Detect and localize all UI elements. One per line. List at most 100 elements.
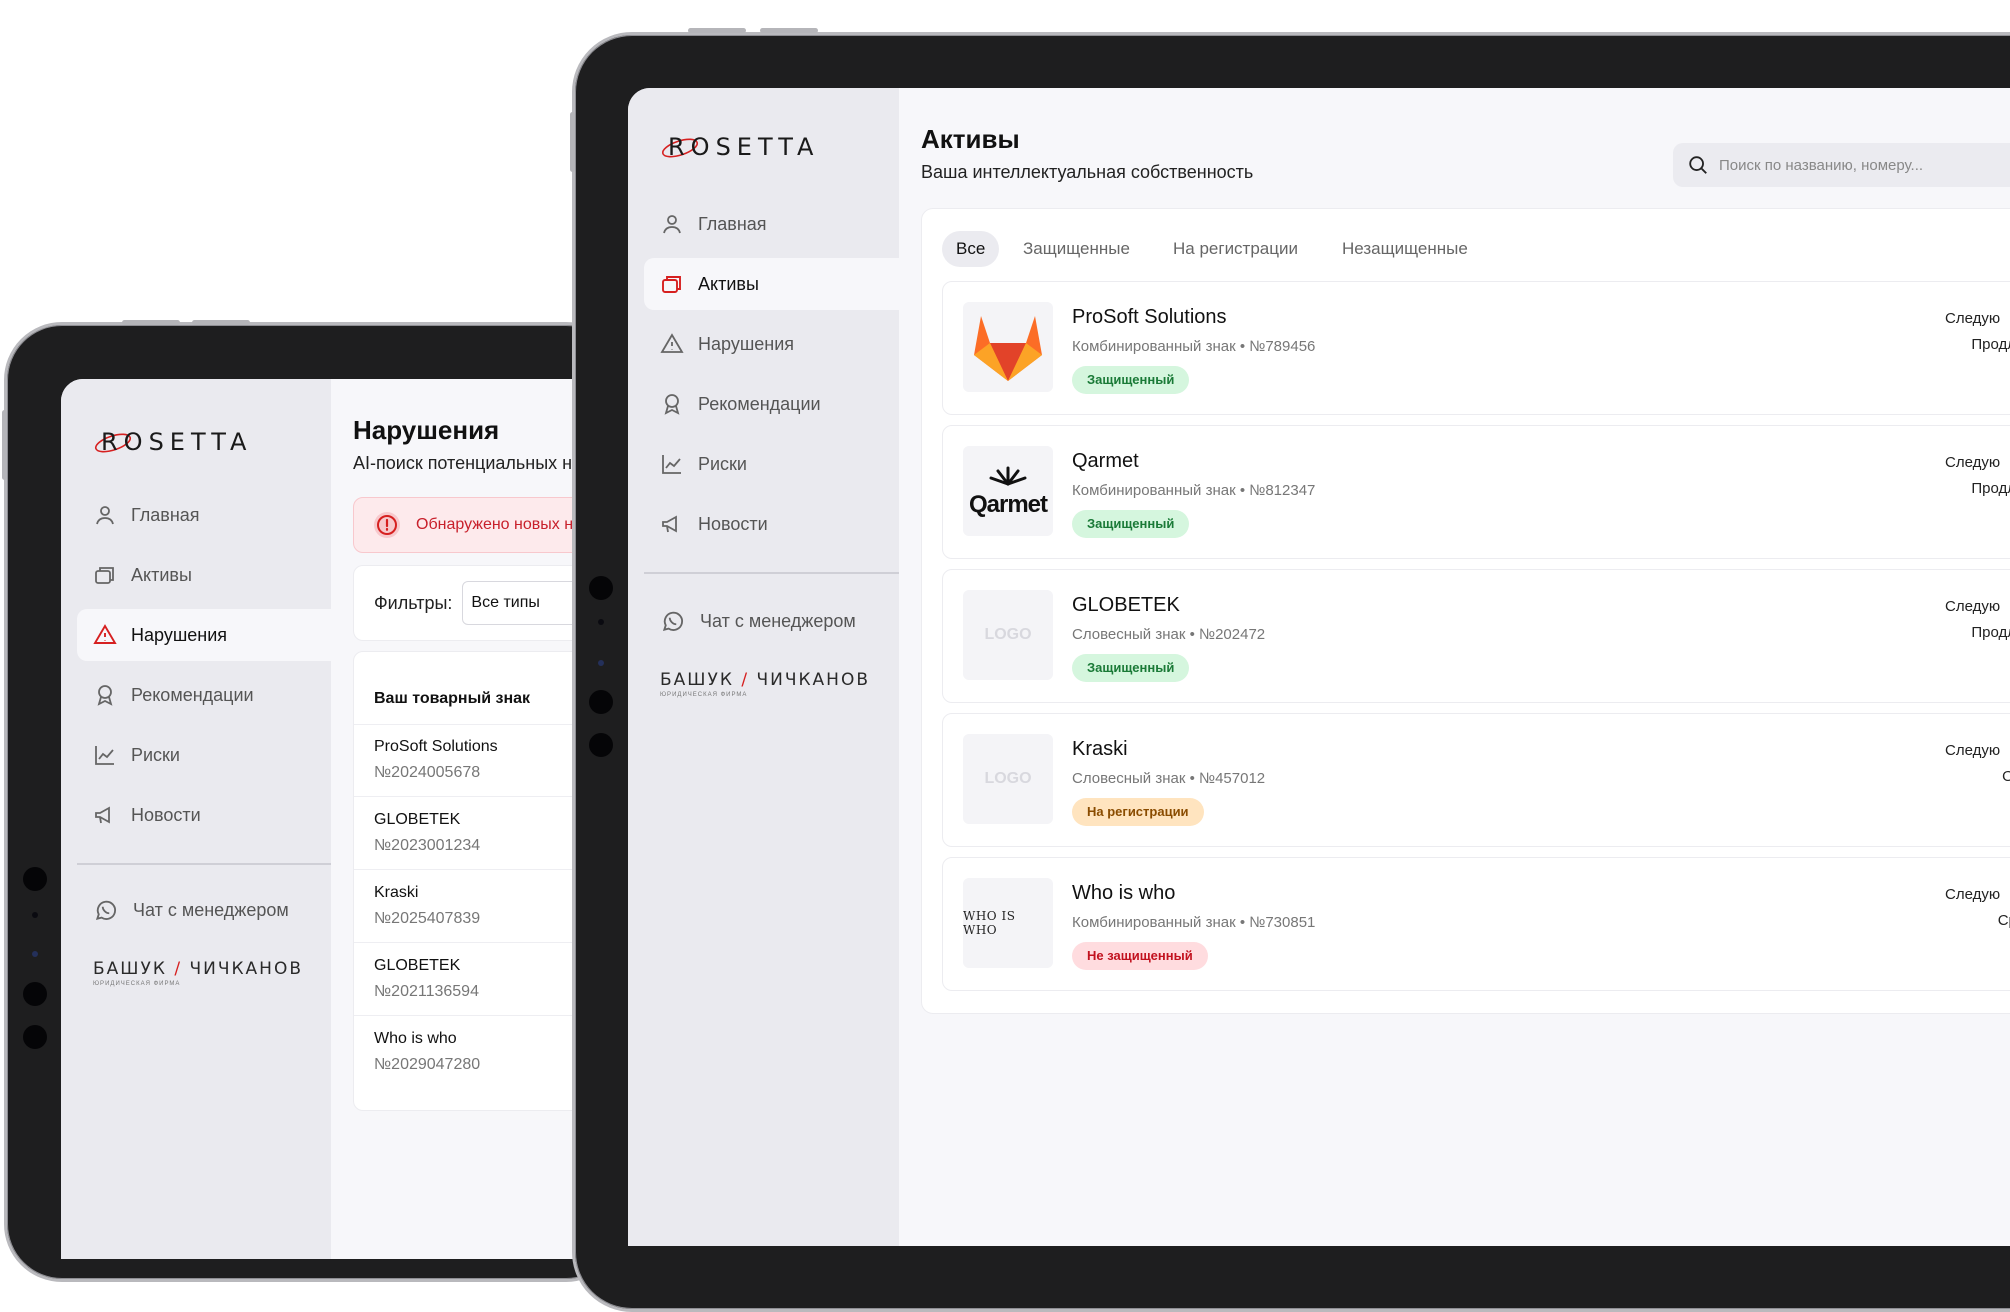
asset-next-label: Следую — [1945, 886, 2001, 903]
asset-logo: LOGO — [963, 734, 1053, 824]
tab-all[interactable]: Все — [942, 231, 1000, 267]
page-subtitle: Ваша интеллектуальная собственность — [921, 162, 1254, 182]
qarmet-sun-icon — [986, 464, 1030, 491]
asset-next-label: Следую — [1945, 310, 2001, 327]
sidebar-item-risks[interactable]: Риски — [644, 438, 899, 490]
megaphone-icon — [660, 512, 684, 536]
asset-next-action: Продлени — [1971, 336, 2010, 353]
back-tablet-top-button — [192, 320, 250, 325]
select-value: Все типы — [471, 594, 540, 611]
sidebar-item-recommendations[interactable]: Рекомендации — [77, 669, 331, 721]
back-tablet-top-button — [122, 320, 180, 325]
sidebar-item-label: Чат с менеджером — [133, 899, 289, 920]
rosetta-logo: ROSETTA — [660, 132, 819, 162]
alert-circle-icon — [374, 512, 400, 538]
award-icon — [93, 683, 117, 707]
tab-label: Незащищенные — [1342, 239, 1468, 258]
user-icon — [660, 212, 684, 236]
asset-meta: Комбинированный знак • №789456 — [1072, 338, 1316, 355]
asset-card[interactable]: ProSoft Solutions Комбинированный знак • … — [942, 281, 2010, 415]
sidebar-item-violations[interactable]: Нарушения — [644, 318, 899, 370]
tab-unprotected[interactable]: Незащищенные — [1342, 231, 1468, 267]
front-tablet-sensor — [598, 660, 604, 666]
sidebar-item-news[interactable]: Новости — [77, 789, 331, 841]
megaphone-icon — [93, 803, 117, 827]
asset-logo-text: Qarmet — [968, 490, 1048, 518]
tab-registration[interactable]: На регистрации — [1173, 231, 1298, 267]
asset-card[interactable]: LOGO GLOBETEK Словесный знак • №202472 Защи… — [942, 569, 2010, 703]
sidebar-item-recommendations[interactable]: Рекомендации — [644, 378, 899, 430]
warning-icon — [93, 623, 117, 647]
asset-meta: Комбинированный знак • №730851 — [1072, 914, 1316, 931]
user-icon — [93, 503, 117, 527]
asset-name: GLOBETEK — [1072, 594, 1180, 616]
asset-card[interactable]: WHO IS WHO Who is who Комбинированный знак… — [942, 857, 2010, 991]
sidebar-item-home[interactable]: Главная — [77, 489, 331, 541]
sidebar-item-label: Активы — [698, 273, 759, 294]
front-tablet-camera — [589, 576, 613, 600]
sidebar-divider — [77, 863, 331, 865]
asset-next-label: Следую — [1945, 742, 2001, 759]
tab-label: Защищенные — [1023, 239, 1130, 258]
page-title: Активы — [921, 124, 1020, 154]
asset-next-action: Продлени — [1971, 624, 2010, 641]
tab-protected[interactable]: Защищенные — [1023, 231, 1130, 267]
asset-logo-text: LOGO — [984, 626, 1032, 643]
asset-logo-text: LOGO — [984, 770, 1032, 787]
alert-text: Обнаружено новых н — [416, 516, 574, 533]
sidebar-item-label: Новости — [131, 804, 201, 825]
front-tablet-top-button — [688, 28, 746, 33]
back-tablet-side-button — [2, 410, 7, 480]
table-header: Ваш товарный знак — [374, 690, 531, 707]
asset-name: Kraski — [1072, 738, 1128, 760]
sidebar-item-assets[interactable]: Активы — [77, 549, 331, 601]
cards-icon — [93, 563, 117, 587]
asset-logo: WHO IS WHO — [963, 878, 1053, 968]
sidebar-item-label: Риски — [131, 744, 180, 765]
sidebar-item-violations[interactable]: Нарушения — [77, 609, 331, 661]
sidebar-divider — [644, 572, 899, 574]
award-icon — [660, 392, 684, 416]
sidebar-item-home[interactable]: Главная — [644, 198, 899, 250]
back-tablet-sensor — [32, 951, 38, 957]
asset-card[interactable]: LOGO Kraski Словесный знак • №457012 На рег… — [942, 713, 2010, 847]
cards-icon — [660, 272, 684, 296]
front-tablet-side-button — [570, 112, 575, 172]
lawfirm-right: ЧИЧКАНОВ — [756, 670, 871, 690]
lawfirm-left: БАШУК — [660, 670, 734, 690]
front-tablet-camera — [589, 690, 613, 714]
front-tablet-screen: ROSETTA Главная Активы Нарушения Рекомен… — [628, 88, 2010, 1246]
sidebar-item-risks[interactable]: Риски — [77, 729, 331, 781]
lawfirm-left: БАШУК — [93, 959, 167, 979]
sidebar-item-assets[interactable]: Активы — [644, 258, 899, 310]
asset-card[interactable]: Qarmet Qarmet Комбинированный знак • №8123… — [942, 425, 2010, 559]
back-tablet-camera — [23, 867, 47, 891]
lawfirm-sub: ЮРИДИЧЕСКАЯ ФИРМА — [93, 981, 181, 987]
sidebar-item-label: Нарушения — [698, 333, 795, 354]
lawfirm-logo: БАШУК / ЧИЧКАНОВ ЮРИДИЧЕСКАЯ ФИРМА — [660, 670, 870, 698]
asset-next-action: Ожид — [2002, 768, 2010, 785]
sidebar-item-label: Риски — [698, 453, 747, 474]
search-input[interactable]: Поиск по названию, номеру... — [1673, 143, 2010, 187]
status-badge: На регистрации — [1072, 798, 1204, 826]
front-tablet-camera — [589, 733, 613, 757]
asset-next-action: Продлени — [1971, 480, 2010, 497]
lawfirm-slash: / — [741, 670, 750, 690]
sidebar-item-label: Нарушения — [131, 624, 228, 645]
lawfirm-sub: ЮРИДИЧЕСКАЯ ФИРМА — [660, 692, 748, 698]
sidebar-item-chat[interactable]: Чат с менеджером — [77, 884, 331, 936]
asset-logo: LOGO — [963, 590, 1053, 680]
front-tablet-sensor — [598, 619, 604, 625]
status-badge: Защищенный — [1072, 510, 1190, 538]
asset-logo: Qarmet — [963, 446, 1053, 536]
asset-name: ProSoft Solutions — [1072, 306, 1227, 328]
asset-meta: Комбинированный знак • №812347 — [1072, 482, 1316, 499]
sidebar: ROSETTA Главная Активы Нарушения Рекомен… — [61, 379, 331, 1259]
sidebar-item-label: Рекомендации — [131, 684, 254, 705]
page-subtitle: AI-поиск потенциальных н — [353, 453, 573, 473]
sidebar-item-label: Главная — [131, 504, 200, 525]
sidebar-item-news[interactable]: Новости — [644, 498, 899, 550]
page-title: Нарушения — [353, 415, 500, 445]
sidebar-item-chat[interactable]: Чат с менеджером — [644, 595, 899, 647]
sidebar: ROSETTA Главная Активы Нарушения Рекомен… — [628, 88, 899, 1246]
